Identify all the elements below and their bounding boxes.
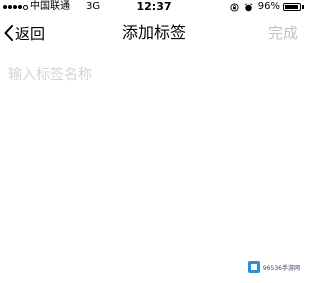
alarm-icon	[244, 2, 253, 11]
watermark: 96536手游网	[247, 261, 300, 273]
done-button[interactable]: 完成	[268, 22, 298, 44]
tag-name-input[interactable]	[8, 64, 298, 86]
watermark-text: 96536手游网	[262, 264, 300, 272]
orientation-lock-icon	[230, 2, 239, 12]
page-title: 添加标签	[121, 23, 186, 42]
status-bar: 中国联通 3G 12:37 96%	[0, 0, 308, 14]
navigation-bar: 返回 添加标签 完成	[0, 14, 308, 54]
watermark-logo-icon	[247, 261, 260, 273]
status-right-group: 96%	[230, 0, 304, 14]
battery-icon	[283, 3, 301, 11]
battery-percent: 96%	[257, 1, 280, 12]
